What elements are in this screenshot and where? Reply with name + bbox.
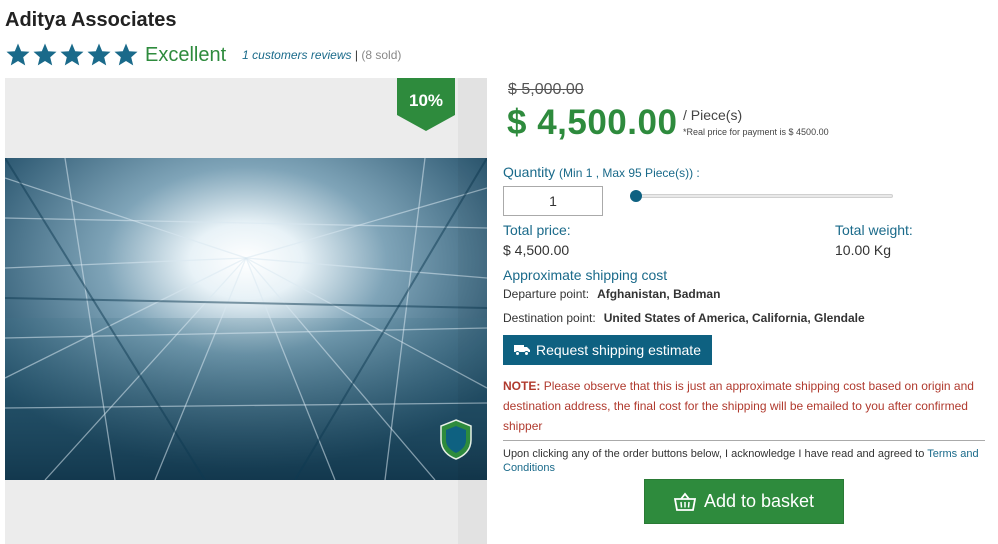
departure-value: Afghanistan, Badman xyxy=(597,287,721,301)
quantity-input[interactable] xyxy=(503,186,603,216)
shipping-heading: Approximate shipping cost xyxy=(503,267,668,283)
total-price-value: $ 4,500.00 xyxy=(503,242,570,258)
sold-count: (8 sold) xyxy=(361,48,402,62)
star-icon xyxy=(33,43,57,66)
quantity-slider-track[interactable] xyxy=(630,194,893,198)
destination-row: Destination point: United States of Ameri… xyxy=(503,311,865,325)
real-price-note: *Real price for payment is $ 4500.00 xyxy=(683,127,829,137)
price-unit: / Piece(s) xyxy=(683,107,743,123)
rating-row: Excellent 1 customers reviews | (8 sold) xyxy=(5,40,401,70)
quantity-label: Quantity (Min 1 , Max 95 Piece(s)) : xyxy=(503,164,700,180)
shipping-note: NOTE: Please observe that this is just a… xyxy=(503,376,983,436)
destination-label: Destination point: xyxy=(503,311,596,325)
note-label: NOTE: xyxy=(503,379,541,393)
rating-word: Excellent xyxy=(145,43,227,66)
destination-value: United States of America, California, Gl… xyxy=(603,311,865,325)
store-title: Aditya Associates xyxy=(5,9,177,31)
reviews-link[interactable]: 1 customers reviews xyxy=(242,48,351,62)
product-image[interactable] xyxy=(5,158,487,480)
terms-text: Upon clicking any of the order buttons b… xyxy=(503,448,925,460)
reviews-separator: | xyxy=(354,48,358,62)
shield-logo-icon xyxy=(440,419,472,460)
original-price: $ 5,000.00 xyxy=(508,81,584,98)
basket-icon xyxy=(673,492,696,511)
add-to-basket-label: Add to basket xyxy=(703,491,815,511)
quantity-range: (Min 1 , Max 95 Piece(s)) : xyxy=(559,166,700,180)
add-to-basket-button[interactable]: Add to basket xyxy=(644,479,844,524)
sale-price: $ 4,500.00 xyxy=(507,103,678,142)
departure-row: Departure point: Afghanistan, Badman xyxy=(503,287,720,301)
terms-notice: Upon clicking any of the order buttons b… xyxy=(503,447,988,475)
note-text: Please observe that this is just an appr… xyxy=(503,379,974,433)
product-gallery[interactable]: 10% xyxy=(5,78,487,544)
request-shipping-estimate-button[interactable]: Request shipping estimate xyxy=(503,335,712,365)
gallery-side-strip xyxy=(458,78,487,544)
star-rating xyxy=(5,42,139,68)
truck-icon xyxy=(514,345,530,356)
request-shipping-estimate-label: Request shipping estimate xyxy=(536,342,701,358)
total-weight-value: 10.00 Kg xyxy=(835,242,892,258)
reviews-summary: 1 customers reviews | (8 sold) xyxy=(242,48,401,62)
discount-badge-text: 10% xyxy=(408,91,444,110)
quantity-label-text: Quantity xyxy=(503,164,556,180)
star-icon xyxy=(60,43,84,66)
departure-label: Departure point: xyxy=(503,287,590,301)
star-icon xyxy=(6,43,30,66)
total-weight-label: Total weight: xyxy=(835,222,913,238)
quantity-slider-handle[interactable] xyxy=(630,190,642,202)
star-icon xyxy=(114,43,138,66)
divider xyxy=(503,440,985,441)
star-icon xyxy=(87,43,111,66)
total-price-label: Total price: xyxy=(503,222,571,238)
